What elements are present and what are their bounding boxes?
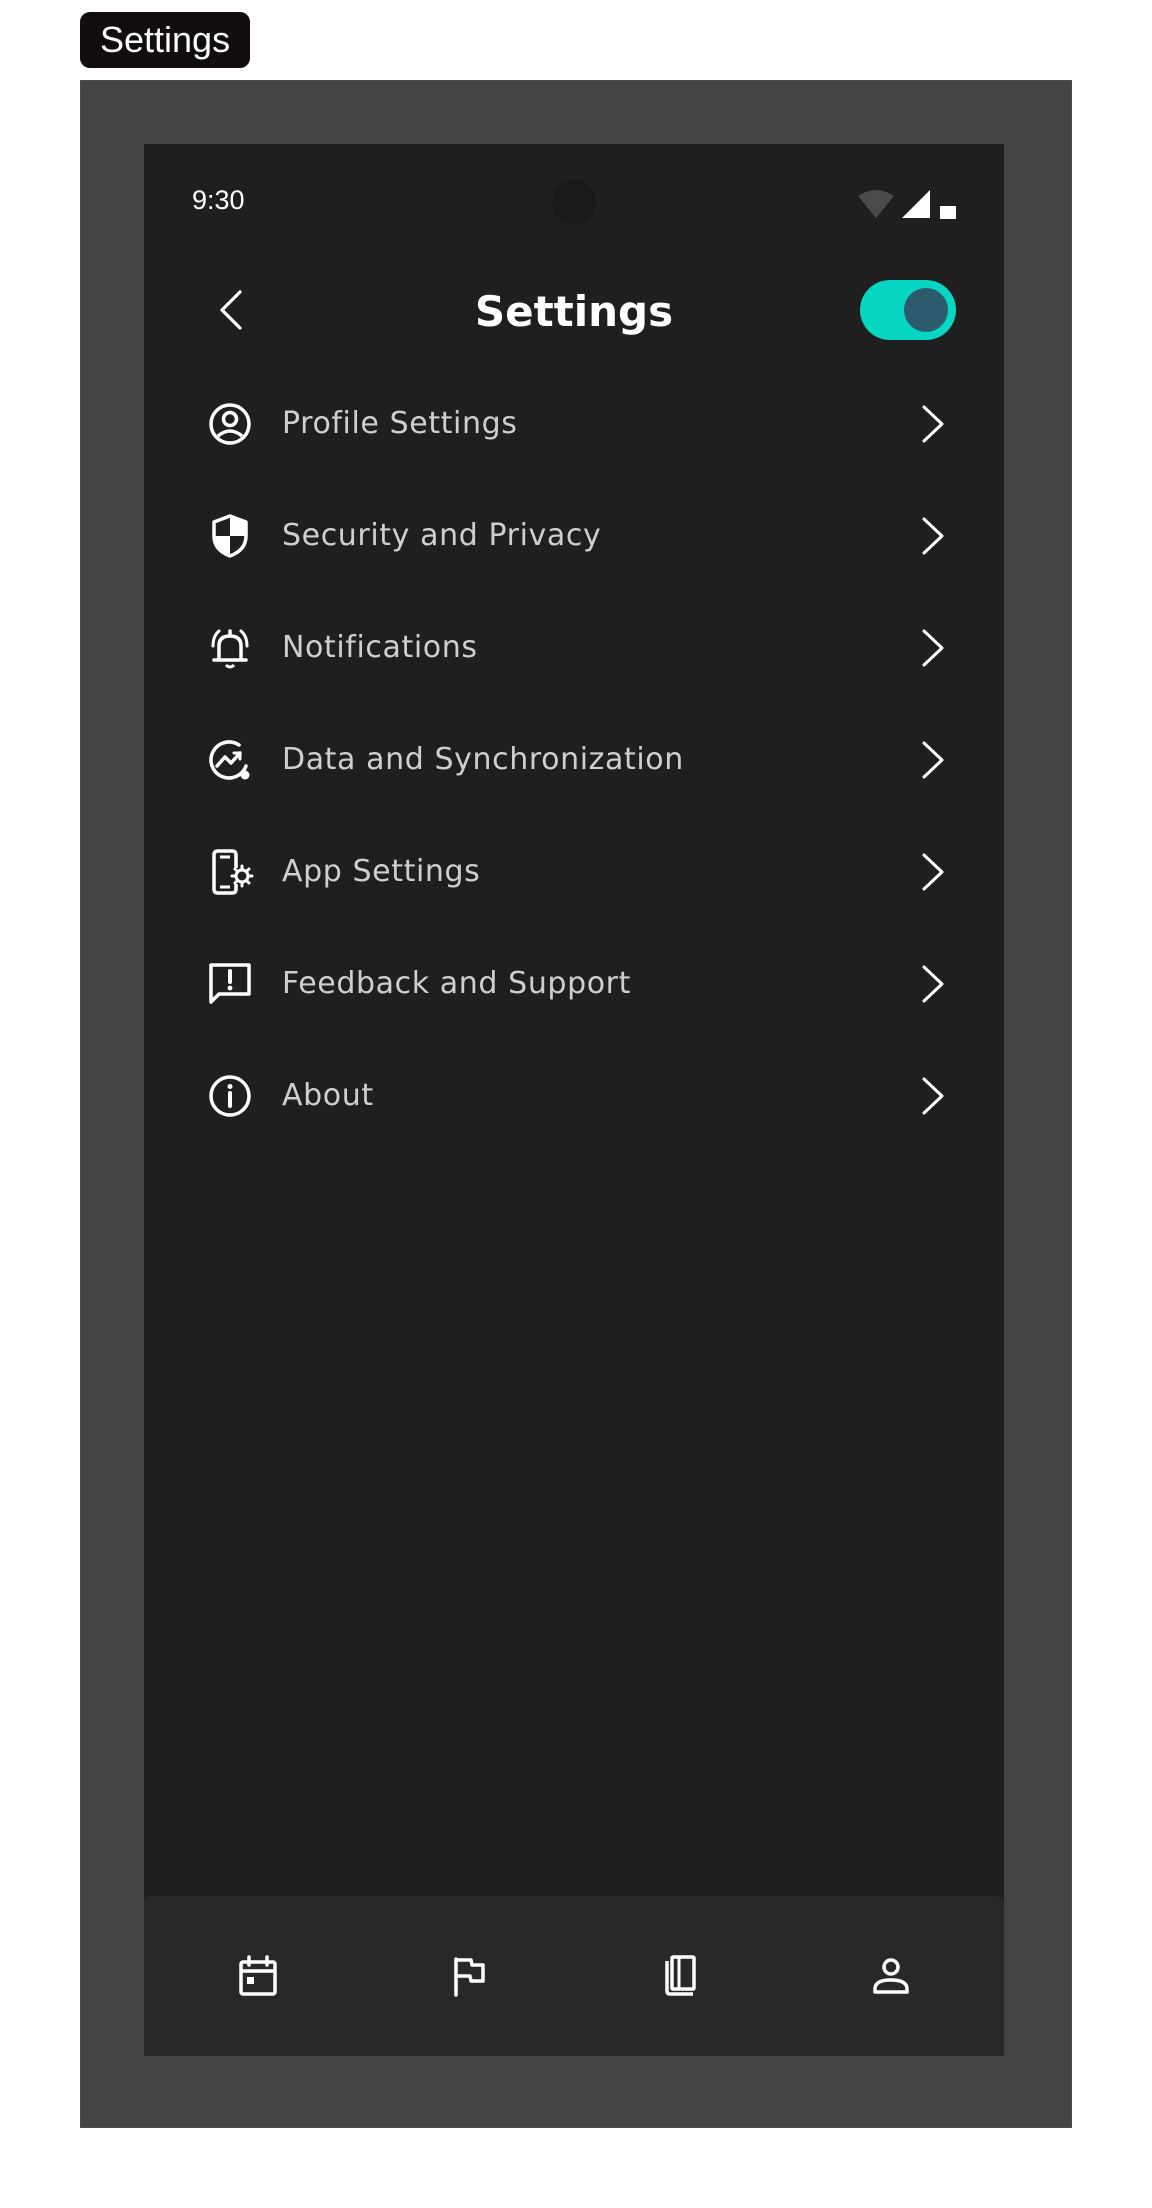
- settings-menu: Profile Settings Security and Privacy No…: [144, 368, 1004, 1152]
- menu-item-app-settings[interactable]: App Settings: [144, 816, 1004, 928]
- menu-item-label: App Settings: [282, 854, 481, 889]
- menu-item-about[interactable]: About: [144, 1040, 1004, 1152]
- chevron-right-icon: [912, 852, 952, 892]
- app-bar: Settings: [144, 262, 1004, 358]
- chevron-right-icon: [912, 964, 952, 1004]
- nav-flag[interactable]: [441, 1948, 497, 2004]
- bell-ringing-icon: [206, 624, 254, 672]
- nav-book[interactable]: [652, 1948, 708, 2004]
- menu-item-label: About: [282, 1078, 374, 1113]
- chevron-right-icon: [912, 404, 952, 444]
- book-icon: [658, 1954, 702, 1998]
- status-bar: 9:30: [144, 144, 1004, 248]
- phone-gear-icon: [206, 848, 254, 896]
- menu-item-profile-settings[interactable]: Profile Settings: [144, 368, 1004, 480]
- menu-item-data-and-synchronization[interactable]: Data and Synchronization: [144, 704, 1004, 816]
- menu-item-label: Profile Settings: [282, 406, 518, 441]
- chevron-right-icon: [912, 740, 952, 780]
- frame-label: Settings: [80, 12, 251, 68]
- chevron-right-icon: [912, 516, 952, 556]
- chevron-right-icon: [912, 1076, 952, 1116]
- signal-icon: [902, 190, 932, 220]
- menu-item-feedback-and-support[interactable]: Feedback and Support: [144, 928, 1004, 1040]
- info-icon: [206, 1072, 254, 1120]
- battery-icon: [940, 204, 958, 220]
- shield-icon: [206, 512, 254, 560]
- flag-icon: [447, 1954, 491, 1998]
- menu-item-label: Feedback and Support: [282, 966, 631, 1001]
- camera-cutout: [552, 180, 596, 224]
- menu-item-security-and-privacy[interactable]: Security and Privacy: [144, 480, 1004, 592]
- nav-calendar[interactable]: [230, 1948, 286, 2004]
- theme-toggle[interactable]: [860, 280, 956, 340]
- wifi-icon: [858, 190, 894, 220]
- calendar-icon: [236, 1954, 280, 1998]
- nav-profile[interactable]: [863, 1948, 919, 2004]
- account-circle-icon: [206, 400, 254, 448]
- status-icons: [858, 180, 958, 220]
- bottom-navigation: [144, 1896, 1004, 2056]
- menu-item-notifications[interactable]: Notifications: [144, 592, 1004, 704]
- menu-item-label: Data and Synchronization: [282, 742, 684, 777]
- status-time: 9:30: [192, 185, 245, 215]
- person-icon: [869, 1954, 913, 1998]
- toggle-knob: [904, 288, 948, 332]
- feedback-icon: [206, 960, 254, 1008]
- menu-item-label: Security and Privacy: [282, 518, 602, 553]
- phone-screen: 9:30 Settings Profile Settings Security …: [144, 144, 1004, 2056]
- chevron-right-icon: [912, 628, 952, 668]
- menu-item-label: Notifications: [282, 630, 478, 665]
- chart-sync-icon: [206, 736, 254, 784]
